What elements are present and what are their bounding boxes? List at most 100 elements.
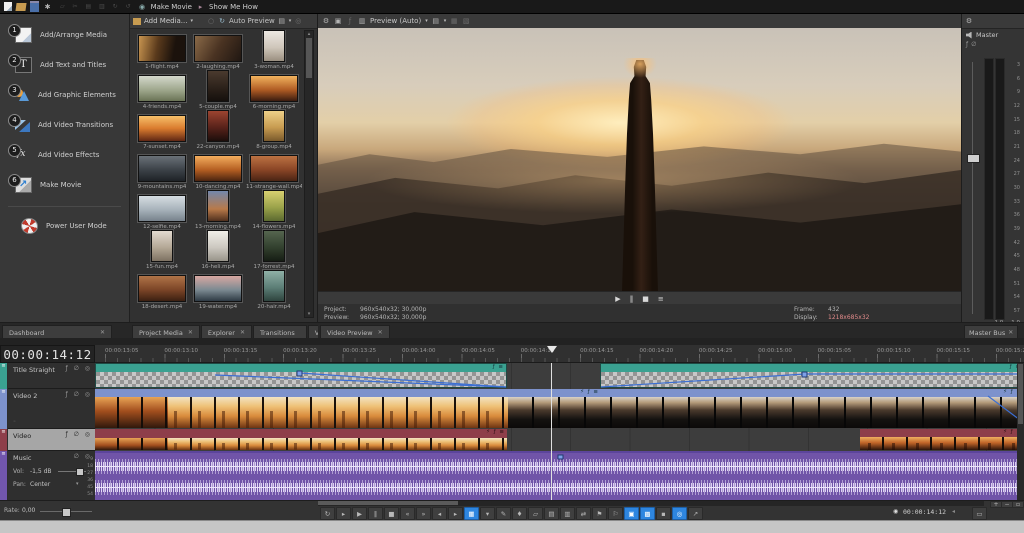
media-clip[interactable]: 18-desert.mp4 [134,270,190,310]
pause-button[interactable]: ‖ [368,507,383,520]
media-thumbnail[interactable] [138,35,186,62]
media-thumbnail[interactable] [138,75,186,102]
scrollbar-thumb[interactable] [306,38,312,78]
pause-icon[interactable]: ‖ [630,295,634,303]
tool-dropdown[interactable]: ▾ [480,507,495,520]
play-icon[interactable]: ▶ [615,295,620,303]
close-icon[interactable]: ✕ [188,329,193,336]
media-clip[interactable]: 10-dancing.mp4 [190,150,246,190]
media-thumbnail[interactable] [138,195,186,222]
views-icon[interactable]: ▤ [278,16,286,26]
overlays-icon[interactable]: ▤ [432,16,440,26]
media-thumbnail[interactable] [263,270,285,302]
play-from-start-button[interactable]: ▸ [336,507,351,520]
bypass-motion-blur-icon[interactable]: ◦ [13,419,16,425]
save-project-icon[interactable] [30,1,39,12]
media-thumbnail[interactable] [250,155,298,182]
rate-slider-handle[interactable] [62,508,71,517]
power-user-mode-item[interactable]: Power User Mode [0,213,129,239]
project-video-properties-icon[interactable]: ▣ [334,16,342,26]
media-clip[interactable]: 3-woman.mp4 [246,30,302,70]
step-forward-button[interactable]: ▸ [448,507,463,520]
views-dropdown-icon[interactable]: ▾ [289,18,292,24]
go-to-end-button[interactable]: » [416,507,431,520]
media-thumbnail[interactable] [138,275,186,302]
gear-icon[interactable]: ⚙ [965,16,973,26]
open-project-icon[interactable] [15,3,26,11]
external-button[interactable]: ↗ [688,507,703,520]
track-header-video[interactable]: Video ƒ ∅ ◎ [8,429,95,451]
slip-button[interactable]: ▪ [656,507,671,520]
media-thumbnail[interactable] [263,190,285,222]
auto-preview-icon[interactable]: ↻ [218,16,226,26]
edit-tool-button[interactable]: ▦ [464,507,479,520]
master-fader-handle[interactable] [967,154,980,163]
sidebar-task-item[interactable]: 6 Make Movie [0,170,129,200]
volume-slider-handle[interactable] [76,468,84,476]
trim-button[interactable]: ▱ [528,507,543,520]
sidebar-task-item[interactable]: 2 Add Text and Titles [0,50,129,80]
track2-color-strip[interactable]: ≡ [0,389,7,429]
timeline-ruler[interactable]: 00:00:13:0500:00:13:1000:00:13:1500:00:1… [95,345,1024,363]
cursor-nudge-icon[interactable]: ◂ [952,508,955,515]
media-clip[interactable]: 16-heli.mp4 [190,230,246,270]
loop-button[interactable]: ↻ [320,507,335,520]
scroll-up-icon[interactable]: ▴ [305,31,313,37]
envelope-tool-button[interactable]: ✎ [496,507,511,520]
show-me-how-menu-button[interactable]: Show Me How [209,3,258,11]
new-project-icon[interactable] [4,2,12,11]
stop-button[interactable]: ■ [384,507,399,520]
media-thumbnail[interactable] [263,230,285,262]
add-media-button[interactable]: Add Media... [144,17,187,25]
close-icon[interactable]: ✕ [378,329,383,336]
effects-bypass-icon[interactable]: ƒ [346,16,354,26]
track3-color-strip[interactable]: ≡ [0,429,7,451]
cursor-position-value[interactable]: 00:00:14:12 [903,508,946,516]
group-button[interactable]: ▤ [544,507,559,520]
title-clip-2[interactable]: ƒ ≡ [600,363,1024,388]
track-buttons[interactable]: ƒ ∅ ◎ [66,365,92,372]
media-clip[interactable]: 17-forrest.mp4 [246,230,302,270]
ripple-toggle[interactable]: ▩ [640,507,655,520]
media-tab[interactable]: Project Media✕ [132,325,200,339]
media-thumbnail[interactable] [207,190,229,222]
playhead-line[interactable] [551,363,552,500]
search-icon[interactable]: ◎ [294,16,302,26]
media-scrollbar[interactable]: ▴ ▾ [304,30,314,318]
chevron-down-icon[interactable]: ▾ [425,18,428,24]
swap-button[interactable]: ⇄ [576,507,591,520]
media-thumbnail[interactable] [138,115,186,142]
zoom-edit-button[interactable]: ▫ [1012,501,1024,508]
title-clip-1[interactable]: ƒ ≡ [95,363,507,388]
track-header-video2[interactable]: Video 2 ƒ ∅ ◎ ◦ [8,389,95,429]
region-button[interactable]: ⚐ [608,507,623,520]
media-clip[interactable]: 6-morning.mp4 [246,70,302,110]
zoom-fit-button[interactable]: ▭ [972,507,987,520]
track-header-music[interactable]: Music ∅ ◎ Vol: -1,5 dB Pan: Center ▾ 918… [8,451,95,501]
media-tab[interactable]: Explorer✕ [201,325,252,339]
media-clip[interactable]: 5-couple.mp4 [190,70,246,110]
menu-icon[interactable]: ≡ [658,295,664,303]
zoom-tool-toggle[interactable]: ◎ [672,507,687,520]
play-button[interactable]: ▶ [352,507,367,520]
copy-frame-icon[interactable]: ▦ [450,16,458,26]
volume-value[interactable]: -1,5 dB [30,468,52,475]
media-clip[interactable]: 12-selfie.mp4 [134,190,190,230]
playhead-handle[interactable] [547,346,557,353]
scrollbar-thumb[interactable] [1018,364,1023,424]
tab-video-preview[interactable]: Video Preview✕ [320,325,390,339]
clip-fx-icons[interactable]: ⚡ ƒ ≡ [580,389,599,395]
clip-fx-icons[interactable]: ⚡ ƒ ≡ [486,429,505,435]
master-mute-icon[interactable]: ∅ [971,41,979,48]
media-clip[interactable]: 1-flight.mp4 [134,30,190,70]
snap-toggle[interactable]: ▣ [624,507,639,520]
media-thumbnail[interactable] [207,110,229,142]
properties-icon[interactable]: ✱ [43,2,52,12]
media-clip[interactable]: 11-strange-wall.mp4 [246,150,302,190]
media-clip[interactable]: 19-water.mp4 [190,270,246,310]
sidebar-task-item[interactable]: 4 Add Video Transitions [0,110,129,140]
sidebar-task-item[interactable]: 3 Add Graphic Elements [0,80,129,110]
close-icon[interactable]: ✕ [100,329,105,336]
close-icon[interactable]: ✕ [1008,329,1013,336]
close-icon[interactable]: ✕ [240,329,245,336]
